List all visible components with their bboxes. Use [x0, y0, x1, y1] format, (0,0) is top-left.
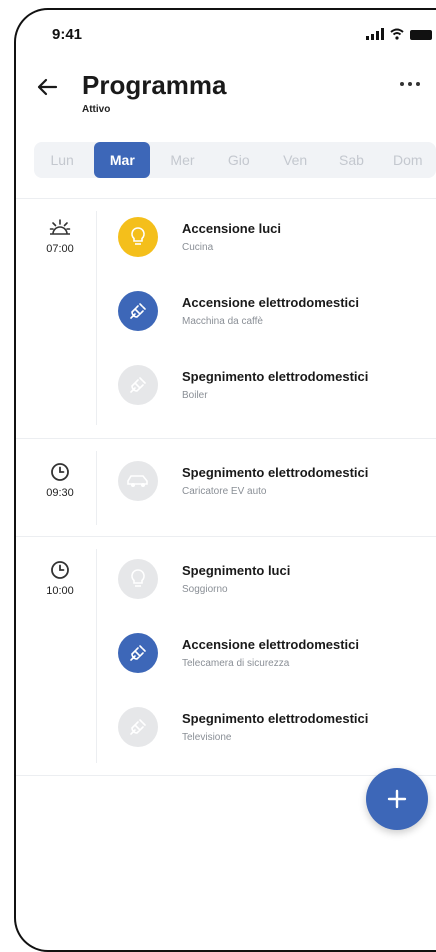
tab-lun[interactable]: Lun [34, 142, 90, 178]
schedule-group: 07:00 Accensione luci Cucina Accensione … [16, 198, 436, 437]
header: Programma Attivo [16, 70, 436, 130]
item-subtitle: Telecamera di sicurezza [182, 658, 290, 669]
schedule-group: 09:30 Spegnimento elettrodomestici Caric… [16, 438, 436, 535]
schedule-group: 10:00 Spegnimento luci Soggiorno Accensi… [16, 536, 436, 776]
schedule-item[interactable]: Spegnimento luci Soggiorno [118, 559, 436, 619]
item-subtitle: Soggiorno [182, 584, 228, 595]
wifi-icon [390, 28, 404, 40]
time-label: 10:00 [46, 585, 74, 597]
status-icons [366, 28, 432, 40]
schedule-item[interactable]: Accensione luci Cucina [118, 217, 436, 277]
schedule-item[interactable]: Spegnimento elettrodomestici Caricatore … [118, 461, 436, 521]
page-title: Programma [82, 70, 227, 100]
plug-icon [118, 707, 158, 747]
tab-ven[interactable]: Ven [267, 142, 323, 178]
phone-frame: 9:41 Programma Attivo Lun Mar Mer Gio Ve… [14, 8, 436, 952]
tab-gio[interactable]: Gio [211, 142, 267, 178]
item-title: Accensione luci [182, 221, 281, 236]
item-subtitle: Cucina [182, 242, 214, 253]
item-title: Spegnimento elettrodomestici [182, 465, 369, 480]
clock-icon [51, 561, 69, 579]
back-arrow-icon[interactable] [36, 76, 58, 98]
add-button[interactable] [366, 768, 428, 830]
item-title: Spegnimento luci [182, 563, 291, 578]
time-label: 07:00 [46, 243, 74, 255]
time-column: 09:30 [30, 461, 90, 499]
time-label: 09:30 [46, 487, 74, 499]
item-subtitle: Caricatore EV auto [182, 486, 267, 497]
battery-icon [410, 30, 432, 40]
day-selector: Lun Mar Mer Gio Ven Sab Dom [34, 142, 436, 178]
tab-dom[interactable]: Dom [380, 142, 436, 178]
signal-icon [366, 28, 384, 40]
schedule-item[interactable]: Accensione elettrodomestici Telecamera d… [118, 633, 436, 693]
tab-mer[interactable]: Mer [154, 142, 210, 178]
timeline-divider [96, 451, 97, 525]
plus-icon [387, 789, 407, 809]
car-icon [118, 461, 158, 501]
time-column: 07:00 [30, 217, 90, 255]
item-title: Accensione elettrodomestici [182, 637, 359, 652]
schedule-item[interactable]: Spegnimento elettrodomestici Boiler [118, 365, 436, 425]
status-bar: 9:41 [16, 24, 436, 48]
sunrise-icon [49, 219, 71, 235]
tab-sab[interactable]: Sab [323, 142, 379, 178]
page-subtitle: Attivo [82, 104, 111, 115]
time-column: 10:00 [30, 559, 90, 597]
status-time: 9:41 [52, 26, 83, 43]
schedule-item[interactable]: Spegnimento elettrodomestici Televisione [118, 707, 436, 767]
item-title: Spegnimento elettrodomestici [182, 369, 369, 384]
lightbulb-icon [118, 217, 158, 257]
timeline-divider [96, 549, 97, 763]
plug-icon [118, 365, 158, 405]
item-title: Spegnimento elettrodomestici [182, 711, 369, 726]
plug-icon [118, 633, 158, 673]
timeline-divider [96, 211, 97, 425]
more-options-icon[interactable] [400, 82, 420, 86]
lightbulb-icon [118, 559, 158, 599]
item-title: Accensione elettrodomestici [182, 295, 359, 310]
plug-icon [118, 291, 158, 331]
item-subtitle: Macchina da caffè [182, 316, 263, 327]
item-subtitle: Boiler [182, 390, 208, 401]
tab-mar[interactable]: Mar [94, 142, 151, 178]
schedule-item[interactable]: Accensione elettrodomestici Macchina da … [118, 291, 436, 351]
clock-icon [51, 463, 69, 481]
item-subtitle: Televisione [182, 732, 232, 743]
